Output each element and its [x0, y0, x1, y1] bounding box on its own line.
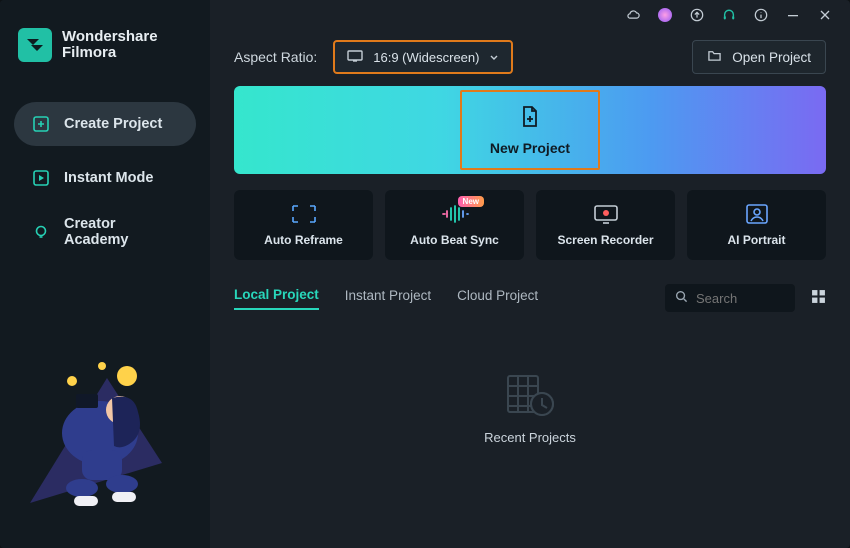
brand-logo-icon [18, 28, 52, 62]
tab-cloud-project[interactable]: Cloud Project [457, 288, 538, 309]
screen-recorder-icon [592, 203, 620, 225]
tool-screen-recorder[interactable]: Screen Recorder [536, 190, 675, 260]
recent-projects-label: Recent Projects [234, 430, 826, 445]
open-project-button[interactable]: Open Project [692, 40, 826, 74]
upload-icon[interactable] [690, 8, 704, 22]
new-project-button[interactable]: New Project [460, 90, 600, 170]
brand-text: Wondershare Filmora [62, 29, 158, 62]
titlebar [210, 0, 850, 30]
tool-label: Screen Recorder [557, 233, 653, 247]
search-icon [675, 290, 688, 306]
minimize-icon[interactable] [786, 8, 800, 22]
new-badge: New [458, 196, 484, 207]
aspect-ratio-label: Aspect Ratio: [234, 49, 317, 65]
sidebar-item-label: Creator Academy [64, 216, 178, 248]
aspect-ratio-value: 16:9 (Widescreen) [373, 50, 479, 65]
recent-projects-icon [234, 372, 826, 420]
sidebar: Wondershare Filmora Create Project Insta… [0, 0, 210, 548]
tool-ai-portrait[interactable]: AI Portrait [687, 190, 826, 260]
main: Aspect Ratio: 16:9 (Widescreen) Open Pro… [210, 0, 850, 548]
open-project-label: Open Project [732, 50, 811, 65]
toolbar: Aspect Ratio: 16:9 (Widescreen) Open Pro… [210, 30, 850, 86]
sidebar-item-create-project[interactable]: Create Project [14, 102, 196, 146]
monitor-icon [347, 50, 363, 65]
tool-auto-beat-sync[interactable]: New Auto Beat Sync [385, 190, 524, 260]
tab-instant-project[interactable]: Instant Project [345, 288, 431, 309]
tab-local-project[interactable]: Local Project [234, 287, 319, 310]
search-box[interactable] [665, 284, 795, 312]
file-plus-icon [519, 105, 541, 134]
instant-mode-icon [32, 169, 50, 187]
chevron-down-icon [489, 50, 499, 65]
new-project-label: New Project [490, 140, 570, 156]
lightbulb-icon [32, 223, 50, 241]
brand-line1: Wondershare [62, 28, 158, 45]
info-icon[interactable] [754, 8, 768, 22]
content: New Project Auto Reframe New Auto Beat S… [210, 86, 850, 445]
project-tabs: Local Project Instant Project Cloud Proj… [234, 284, 826, 312]
sidebar-illustration [12, 348, 182, 528]
reframe-icon [290, 203, 318, 225]
app-window: Wondershare Filmora Create Project Insta… [0, 0, 850, 548]
sidebar-item-instant-mode[interactable]: Instant Mode [14, 156, 196, 200]
grid-view-icon[interactable] [811, 289, 826, 307]
brand: Wondershare Filmora [14, 28, 196, 62]
folder-icon [707, 49, 722, 65]
cloud-icon[interactable] [626, 8, 640, 22]
sidebar-item-label: Instant Mode [64, 170, 153, 186]
portrait-icon [744, 203, 770, 225]
support-icon[interactable] [722, 8, 736, 22]
plus-square-icon [32, 115, 50, 133]
close-icon[interactable] [818, 8, 832, 22]
aspect-ratio-select[interactable]: 16:9 (Widescreen) [333, 40, 513, 74]
tool-label: Auto Reframe [264, 233, 343, 247]
sidebar-item-label: Create Project [64, 116, 162, 132]
tool-label: AI Portrait [727, 233, 785, 247]
search-input[interactable] [696, 291, 786, 306]
sidebar-nav: Create Project Instant Mode Creator Acad… [14, 102, 196, 254]
sidebar-item-creator-academy[interactable]: Creator Academy [14, 210, 196, 254]
tool-cards: Auto Reframe New Auto Beat Sync Screen R… [234, 190, 826, 260]
new-project-hero[interactable]: New Project [234, 86, 826, 174]
tool-auto-reframe[interactable]: Auto Reframe [234, 190, 373, 260]
brand-line2: Filmora [62, 45, 158, 62]
recent-projects-empty: Recent Projects [234, 372, 826, 445]
tool-label: Auto Beat Sync [410, 233, 499, 247]
avatar-icon[interactable] [658, 8, 672, 22]
